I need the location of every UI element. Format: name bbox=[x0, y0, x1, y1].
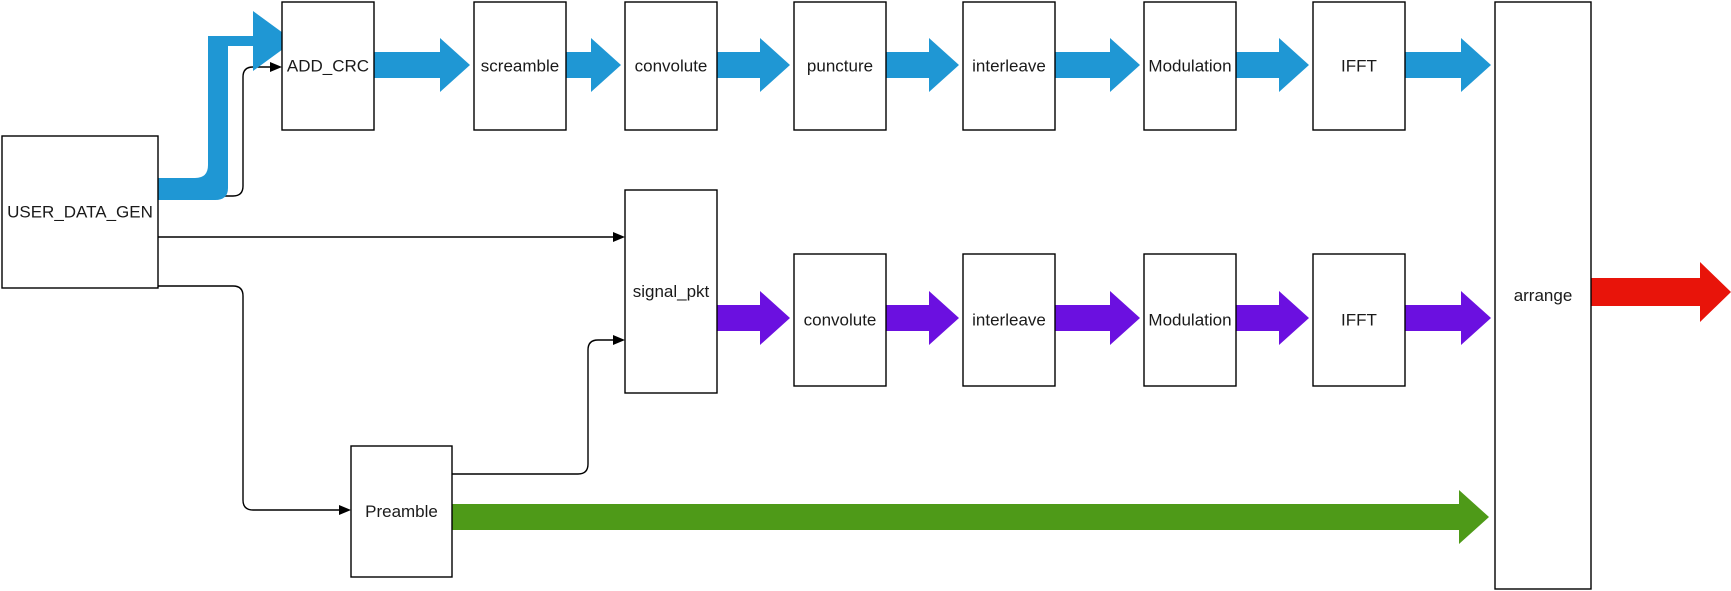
arrow-interleave2-modulation2 bbox=[1055, 291, 1140, 345]
block-label-interleave_1: interleave bbox=[972, 56, 1046, 75]
arrow-interleave-modulation bbox=[1055, 38, 1140, 92]
arrowhead-signalpkt-in bbox=[613, 232, 625, 242]
block-label-signal_pkt: signal_pkt bbox=[633, 282, 710, 301]
arrow-ifft2-arrange bbox=[1405, 291, 1491, 345]
block-label-convolute_2: convolute bbox=[804, 310, 877, 329]
arrowhead-signalpkt-in2 bbox=[613, 335, 625, 345]
arrow-ifft-arrange bbox=[1405, 38, 1491, 92]
block-label-user_data_gen: USER_DATA_GEN bbox=[7, 202, 153, 221]
data-source-arrow-shape bbox=[158, 11, 294, 200]
diagram-svg: USER_DATA_GEN ADD_CRC screamble convolute pu… bbox=[1, 1, 1731, 590]
block-label-ifft_2: IFFT bbox=[1341, 310, 1377, 329]
preamble-path-arrow bbox=[452, 490, 1489, 544]
block-label-puncture: puncture bbox=[807, 56, 873, 75]
arrow-arrange-output bbox=[1591, 262, 1731, 322]
arrow-screamble-convolute bbox=[566, 38, 621, 92]
arrow-preamble-arrange bbox=[452, 490, 1489, 544]
output-path-arrow bbox=[1591, 262, 1731, 322]
block-label-preamble: Preamble bbox=[365, 502, 438, 521]
arrow-convolute2-interleave2 bbox=[886, 291, 959, 345]
connector-userdata-to-preamble bbox=[158, 285, 339, 511]
block-label-ifft_1: IFFT bbox=[1341, 56, 1377, 75]
arrow-addcrc-screamble bbox=[374, 38, 470, 92]
arrowhead-addcrc-in bbox=[270, 62, 282, 72]
block-label-modulation_1: Modulation bbox=[1148, 56, 1231, 75]
block-label-arrange: arrange bbox=[1514, 286, 1573, 305]
thick-data-source-arrow bbox=[158, 11, 294, 200]
blocks-layer bbox=[1, 1, 1592, 590]
block-label-screamble: screamble bbox=[481, 56, 559, 75]
arrow-signalpkt-convolute2 bbox=[717, 291, 790, 345]
block-diagram-canvas: USER_DATA_GEN ADD_CRC screamble convolute pu… bbox=[0, 0, 1731, 591]
arrow-convolute-puncture bbox=[717, 38, 790, 92]
arrow-modulation-ifft bbox=[1236, 38, 1309, 92]
arrowhead-preamble-in bbox=[339, 505, 351, 515]
arrow-modulation2-ifft2 bbox=[1236, 291, 1309, 345]
block-label-interleave_2: interleave bbox=[972, 310, 1046, 329]
connector-preamble-to-signalpkt bbox=[452, 339, 613, 475]
arrow-puncture-interleave bbox=[886, 38, 959, 92]
block-label-add_crc: ADD_CRC bbox=[287, 56, 369, 75]
block-label-convolute_1: convolute bbox=[635, 56, 708, 75]
block-label-modulation_2: Modulation bbox=[1148, 310, 1231, 329]
